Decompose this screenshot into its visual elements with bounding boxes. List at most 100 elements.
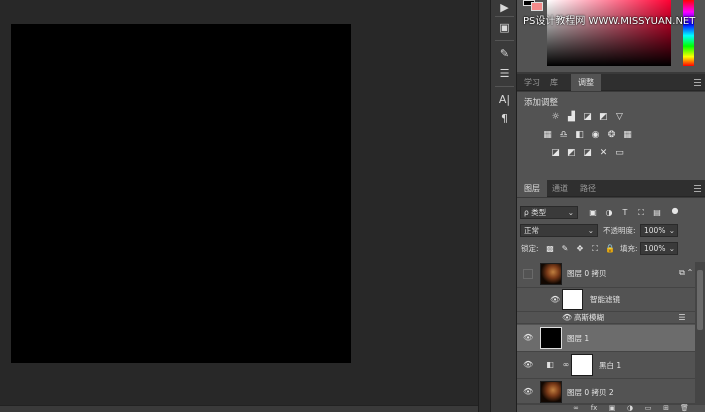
exposure-icon[interactable]: ◩ xyxy=(598,112,609,122)
opacity-value: 100% xyxy=(644,226,666,235)
vibrance-icon[interactable]: ▽ xyxy=(614,112,625,122)
tab-paths[interactable]: 路径 xyxy=(573,180,603,197)
channel-mixer-icon[interactable]: ❂ xyxy=(606,130,617,140)
selective-color-icon[interactable]: ✕ xyxy=(598,148,609,158)
eye-icon[interactable]: 👁 xyxy=(550,295,560,305)
new-group-icon[interactable]: ▭ xyxy=(644,404,652,412)
threshold-icon[interactable]: ◪ xyxy=(582,148,593,158)
dock-divider xyxy=(495,16,514,17)
curves-icon[interactable]: ◪ xyxy=(582,112,593,122)
hue-slider[interactable] xyxy=(683,0,694,66)
layer-name[interactable]: 图层 0 拷贝 xyxy=(567,269,607,279)
opacity-input[interactable]: 100% ⌄ xyxy=(640,224,678,237)
blend-mode-value: 正常 xyxy=(524,226,539,235)
delete-layer-icon[interactable]: 🗑 xyxy=(680,404,689,412)
layer-filter-kind-select[interactable]: ρ 类型 ⌄ xyxy=(520,206,578,219)
link-layers-icon[interactable]: ∞ xyxy=(572,404,580,412)
eye-icon[interactable]: 👁 xyxy=(523,387,533,397)
photo-filter-icon[interactable]: ◉ xyxy=(590,130,601,140)
smart-filters-label: 智能滤镜 xyxy=(590,295,620,304)
panel-menu-icon[interactable] xyxy=(694,185,701,192)
lock-transparent-pixels-icon[interactable]: ▩ xyxy=(545,243,555,254)
tab-layers[interactable]: 图层 xyxy=(517,180,547,197)
gaussian-blur-label[interactable]: 高斯模糊 xyxy=(574,313,604,323)
tab-libraries[interactable]: 库 xyxy=(543,74,565,91)
lock-image-pixels-icon[interactable]: ✎ xyxy=(560,243,570,254)
fill-input[interactable]: 100% ⌄ xyxy=(640,242,678,255)
background-color-swatch[interactable] xyxy=(531,2,543,11)
filter-effect-row[interactable]: 👁 高斯模糊 ☰ xyxy=(517,312,695,324)
layer-mask-thumbnail[interactable] xyxy=(571,354,593,376)
tab-channels[interactable]: 通道 xyxy=(545,180,575,197)
color-lookup-icon[interactable]: ▦ xyxy=(622,130,633,140)
eye-icon[interactable]: 👁 xyxy=(523,333,533,343)
lock-position-icon[interactable]: ✥ xyxy=(575,243,585,254)
play-actions-icon[interactable]: ▶ xyxy=(497,0,512,15)
new-layer-icon[interactable]: ⊞ xyxy=(662,404,670,412)
new-adjustment-layer-icon[interactable]: ◑ xyxy=(626,404,634,412)
hue-saturation-icon[interactable]: ▦ xyxy=(542,130,553,140)
layers-scrollbar-thumb[interactable] xyxy=(697,270,703,330)
mask-link-icon[interactable]: ∞ xyxy=(561,360,571,370)
black-white-adjustment-icon: ◧ xyxy=(546,360,554,369)
gradient-map-icon[interactable]: ▭ xyxy=(614,148,625,158)
layer-row[interactable]: 👁 图层 0 拷贝 2 xyxy=(517,379,695,404)
type-layer-filter-icon[interactable]: T xyxy=(620,207,630,218)
eye-icon[interactable]: 👁 xyxy=(523,360,533,370)
workspace-vertical-scrollbar[interactable] xyxy=(478,0,490,412)
lock-artboard-icon[interactable]: ⛶ xyxy=(590,243,600,254)
lock-label: 锁定: xyxy=(521,244,539,253)
layer-row[interactable]: 图层 0 拷贝 ⧉ ⌃ xyxy=(517,260,695,288)
character-panel-icon[interactable]: A| xyxy=(497,92,512,107)
smart-filters-row[interactable]: 👁 智能滤镜 xyxy=(517,288,695,312)
lock-all-icon[interactable]: 🔒 xyxy=(605,243,615,254)
color-picker-field[interactable] xyxy=(547,0,671,66)
invert-icon[interactable]: ◪ xyxy=(550,148,561,158)
layers-tabbar: 图层 通道 路径 xyxy=(517,180,705,197)
layer-style-icon[interactable]: fx xyxy=(590,404,598,412)
layer-name[interactable]: 图层 1 xyxy=(567,334,589,344)
smart-filter-mask-thumbnail[interactable] xyxy=(562,289,583,310)
black-white-icon[interactable]: ◧ xyxy=(574,130,585,140)
workspace-horizontal-scrollbar[interactable] xyxy=(0,405,478,412)
adjustment-layer-filter-icon[interactable]: ◑ xyxy=(604,207,614,218)
chevron-down-icon: ⌄ xyxy=(668,226,675,235)
expand-effects-icon[interactable]: ⌃ xyxy=(685,268,695,278)
layer-name[interactable]: 图层 0 拷贝 2 xyxy=(567,388,614,398)
blend-mode-select[interactable]: 正常 ⌄ xyxy=(520,224,598,237)
smart-object-filter-icon[interactable]: ▤ xyxy=(652,207,662,218)
posterize-icon[interactable]: ◩ xyxy=(566,148,577,158)
dock-divider xyxy=(495,86,514,87)
pixel-layer-filter-icon[interactable]: ▣ xyxy=(588,207,598,218)
levels-icon[interactable]: ▟ xyxy=(566,112,577,122)
document-canvas[interactable] xyxy=(11,24,351,363)
filter-kind-label: 类型 xyxy=(531,208,547,217)
layer-row[interactable]: 👁 图层 1 xyxy=(517,325,695,352)
layer-row[interactable]: 👁 ◧ ∞ 黑白 1 xyxy=(517,352,695,379)
layer-thumbnail xyxy=(540,263,562,285)
site-watermark: PS设计教程网 WWW.MISSYUAN.NET xyxy=(523,16,696,27)
properties-sliders-icon[interactable]: ☰ xyxy=(497,66,512,81)
layer-name[interactable]: 黑白 1 xyxy=(599,361,621,371)
layer-thumbnail xyxy=(540,327,562,349)
add-adjustment-title: 添加调整 xyxy=(524,98,559,108)
search-icon: ρ xyxy=(524,208,529,217)
shape-layer-filter-icon[interactable]: ⛶ xyxy=(636,207,646,218)
tab-adjustments[interactable]: 调整 xyxy=(571,74,601,91)
add-mask-icon[interactable]: ▣ xyxy=(608,404,616,412)
brush-settings-icon[interactable]: ✎ xyxy=(497,46,512,61)
color-balance-icon[interactable]: ♎ xyxy=(558,130,569,140)
layer-visibility-toggle[interactable] xyxy=(523,269,533,279)
chevron-down-icon: ⌄ xyxy=(567,208,574,217)
chevron-down-icon: ⌄ xyxy=(668,244,675,253)
eye-icon[interactable]: 👁 xyxy=(562,313,572,323)
panel-menu-icon[interactable] xyxy=(694,79,701,86)
brightness-contrast-icon[interactable]: ☼ xyxy=(550,112,561,122)
character-styles-icon[interactable]: ▣ xyxy=(497,20,512,35)
adjustments-tabbar: 学习 库 调整 xyxy=(517,74,705,91)
filter-toggle-icon[interactable]: ● xyxy=(670,205,680,216)
panel-icon-dock: ▶ ▣ ✎ ☰ A| ¶ xyxy=(490,0,517,412)
filter-blending-options-icon[interactable]: ☰ xyxy=(677,313,687,323)
paragraph-panel-icon[interactable]: ¶ xyxy=(497,111,512,126)
opacity-label: 不透明度: xyxy=(603,226,636,235)
